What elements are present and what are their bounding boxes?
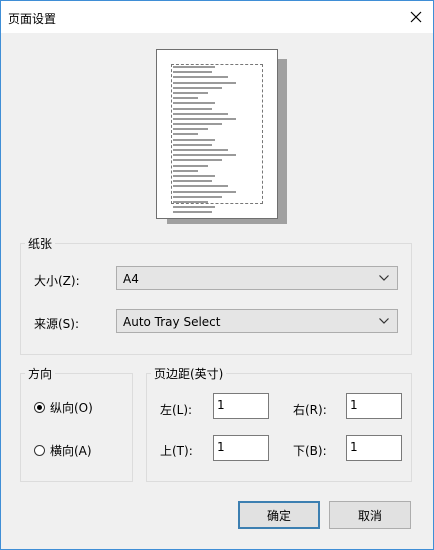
cancel-button[interactable]: 取消 [329, 501, 411, 529]
source-label: 来源(S): [34, 317, 80, 331]
chevron-down-icon [379, 275, 389, 281]
top-margin-label: 上(T): [160, 444, 193, 458]
orientation-group-label: 方向 [25, 365, 56, 382]
top-margin-field-box [213, 435, 269, 461]
chevron-down-icon [379, 318, 389, 324]
paper-source-value: Auto Tray Select [123, 315, 221, 329]
left-margin-label: 左(L): [160, 403, 193, 417]
close-icon [410, 11, 422, 23]
title-bar: 页面设置 [1, 1, 433, 33]
margins-group [146, 373, 412, 482]
landscape-label: 横向(A) [50, 444, 92, 458]
right-margin-label: 右(R): [293, 403, 327, 417]
size-label: 大小(Z): [34, 274, 80, 288]
margins-group-label: 页边距(英寸) [151, 365, 227, 382]
paper-size-value: A4 [123, 272, 139, 286]
dialog-title: 页面设置 [8, 12, 57, 26]
portrait-label: 纵向(O) [50, 401, 93, 415]
paper-size-select[interactable]: A4 [116, 266, 398, 290]
paper-group [20, 243, 412, 355]
page-setup-dialog: 页面设置 纸张 大小(Z): A4 来源(S): Auto Tray Selec… [0, 0, 434, 550]
landscape-radio[interactable]: 横向(A) [34, 442, 92, 459]
close-button[interactable] [401, 3, 431, 31]
bottom-margin-field-box [346, 435, 402, 461]
ok-button[interactable]: 确定 [238, 501, 320, 529]
left-margin-input[interactable] [217, 398, 265, 412]
top-margin-input[interactable] [217, 440, 265, 454]
right-margin-field-box [346, 393, 402, 419]
page-preview [156, 49, 278, 219]
portrait-radio-indicator [34, 402, 45, 413]
bottom-margin-input[interactable] [350, 440, 398, 454]
portrait-radio[interactable]: 纵向(O) [34, 399, 93, 416]
bottom-margin-label: 下(B): [293, 444, 327, 458]
right-margin-input[interactable] [350, 398, 398, 412]
landscape-radio-indicator [34, 445, 45, 456]
paper-source-select[interactable]: Auto Tray Select [116, 309, 398, 333]
left-margin-field-box [213, 393, 269, 419]
preview-text-lines [173, 66, 243, 216]
orientation-group [20, 373, 133, 482]
paper-group-label: 纸张 [25, 235, 56, 252]
